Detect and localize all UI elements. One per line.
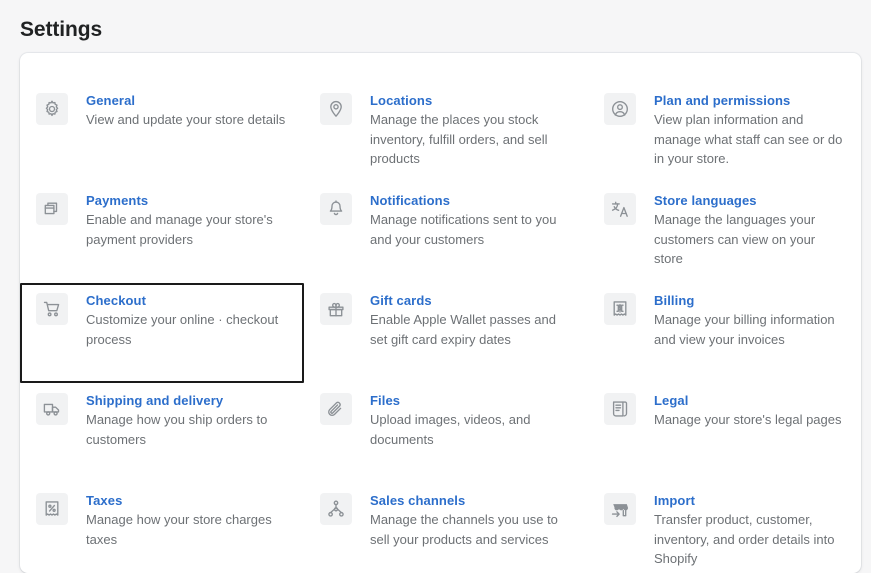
settings-item-title[interactable]: Legal — [654, 391, 841, 410]
settings-item-store-languages[interactable]: Store languagesManage the languages your… — [588, 183, 861, 283]
settings-item-description: Manage notifications sent to you and you… — [370, 210, 572, 249]
settings-item-notifications[interactable]: NotificationsManage notifications sent t… — [304, 183, 588, 283]
settings-item-general[interactable]: GeneralView and update your store detail… — [20, 83, 304, 183]
settings-item-text: LocationsManage the places you stock inv… — [370, 91, 572, 169]
settings-card: GeneralView and update your store detail… — [20, 53, 861, 573]
settings-item-legal[interactable]: LegalManage your store's legal pages — [588, 383, 861, 483]
settings-item-description: Manage your store's legal pages — [654, 410, 841, 430]
settings-item-title[interactable]: Notifications — [370, 191, 572, 210]
store-import-icon — [604, 493, 636, 525]
paperclip-icon — [320, 393, 352, 425]
settings-page: Settings GeneralView and update your sto… — [0, 0, 871, 555]
settings-item-text: NotificationsManage notifications sent t… — [370, 191, 572, 249]
settings-item-title[interactable]: Payments — [86, 191, 288, 210]
settings-item-sales-channels[interactable]: Sales channelsManage the channels you us… — [304, 483, 588, 573]
gear-icon — [36, 93, 68, 125]
profile-icon — [604, 93, 636, 125]
settings-item-title[interactable]: Sales channels — [370, 491, 572, 510]
settings-item-text: ImportTransfer product, customer, invent… — [654, 491, 845, 569]
settings-item-title[interactable]: Gift cards — [370, 291, 572, 310]
settings-item-billing[interactable]: BillingManage your billing information a… — [588, 283, 861, 383]
payment-cards-icon — [36, 193, 68, 225]
gift-icon — [320, 293, 352, 325]
settings-item-text: LegalManage your store's legal pages — [654, 391, 841, 430]
settings-item-title[interactable]: General — [86, 91, 285, 110]
settings-item-title[interactable]: Import — [654, 491, 845, 510]
settings-item-shipping-and-delivery[interactable]: Shipping and deliveryManage how you ship… — [20, 383, 304, 483]
settings-item-plan-and-permissions[interactable]: Plan and permissionsView plan informatio… — [588, 83, 861, 183]
settings-item-checkout[interactable]: CheckoutCustomize your online · checkout… — [20, 283, 304, 383]
settings-item-title[interactable]: Locations — [370, 91, 572, 110]
settings-item-description: Transfer product, customer, inventory, a… — [654, 510, 845, 569]
settings-item-text: PaymentsEnable and manage your store's p… — [86, 191, 288, 249]
receipt-dollar-icon — [604, 293, 636, 325]
settings-item-title[interactable]: Checkout — [86, 291, 288, 310]
settings-item-description: View plan information and manage what st… — [654, 110, 845, 169]
settings-item-taxes[interactable]: TaxesManage how your store charges taxes — [20, 483, 304, 573]
settings-item-title[interactable]: Taxes — [86, 491, 288, 510]
settings-item-description: Upload images, videos, and documents — [370, 410, 572, 449]
translate-icon — [604, 193, 636, 225]
settings-item-description: Manage the places you stock inventory, f… — [370, 110, 572, 169]
settings-item-description: Customize your online · checkout process — [86, 310, 288, 349]
settings-item-text: Store languagesManage the languages your… — [654, 191, 845, 269]
settings-item-description: Manage how you ship orders to customers — [86, 410, 288, 449]
bell-icon — [320, 193, 352, 225]
settings-item-description: Manage the channels you use to sell your… — [370, 510, 572, 549]
settings-item-text: Shipping and deliveryManage how you ship… — [86, 391, 288, 449]
settings-item-text: GeneralView and update your store detail… — [86, 91, 285, 130]
settings-grid: GeneralView and update your store detail… — [20, 53, 861, 573]
settings-item-text: CheckoutCustomize your online · checkout… — [86, 291, 288, 349]
settings-item-locations[interactable]: LocationsManage the places you stock inv… — [304, 83, 588, 183]
delivery-truck-icon — [36, 393, 68, 425]
settings-item-description: Manage how your store charges taxes — [86, 510, 288, 549]
settings-item-text: Plan and permissionsView plan informatio… — [654, 91, 845, 169]
settings-item-import[interactable]: ImportTransfer product, customer, invent… — [588, 483, 861, 573]
settings-item-description: Manage your billing information and view… — [654, 310, 845, 349]
shopping-cart-icon — [36, 293, 68, 325]
settings-item-title[interactable]: Store languages — [654, 191, 845, 210]
settings-item-payments[interactable]: PaymentsEnable and manage your store's p… — [20, 183, 304, 283]
settings-item-text: TaxesManage how your store charges taxes — [86, 491, 288, 549]
receipt-percent-icon — [36, 493, 68, 525]
page-title: Settings — [20, 16, 102, 44]
settings-item-title[interactable]: Billing — [654, 291, 845, 310]
settings-item-files[interactable]: FilesUpload images, videos, and document… — [304, 383, 588, 483]
settings-item-title[interactable]: Files — [370, 391, 572, 410]
settings-item-description: View and update your store details — [86, 110, 285, 130]
settings-item-text: Sales channelsManage the channels you us… — [370, 491, 572, 549]
location-pin-icon — [320, 93, 352, 125]
legal-document-icon — [604, 393, 636, 425]
settings-item-description: Manage the languages your customers can … — [654, 210, 845, 269]
settings-item-description: Enable Apple Wallet passes and set gift … — [370, 310, 572, 349]
settings-item-title[interactable]: Shipping and delivery — [86, 391, 288, 410]
settings-item-text: BillingManage your billing information a… — [654, 291, 845, 349]
channels-network-icon — [320, 493, 352, 525]
page-header: Settings — [20, 10, 720, 50]
settings-item-description: Enable and manage your store's payment p… — [86, 210, 288, 249]
settings-item-title[interactable]: Plan and permissions — [654, 91, 845, 110]
settings-item-text: Gift cardsEnable Apple Wallet passes and… — [370, 291, 572, 349]
settings-item-text: FilesUpload images, videos, and document… — [370, 391, 572, 449]
settings-item-gift-cards[interactable]: Gift cardsEnable Apple Wallet passes and… — [304, 283, 588, 383]
